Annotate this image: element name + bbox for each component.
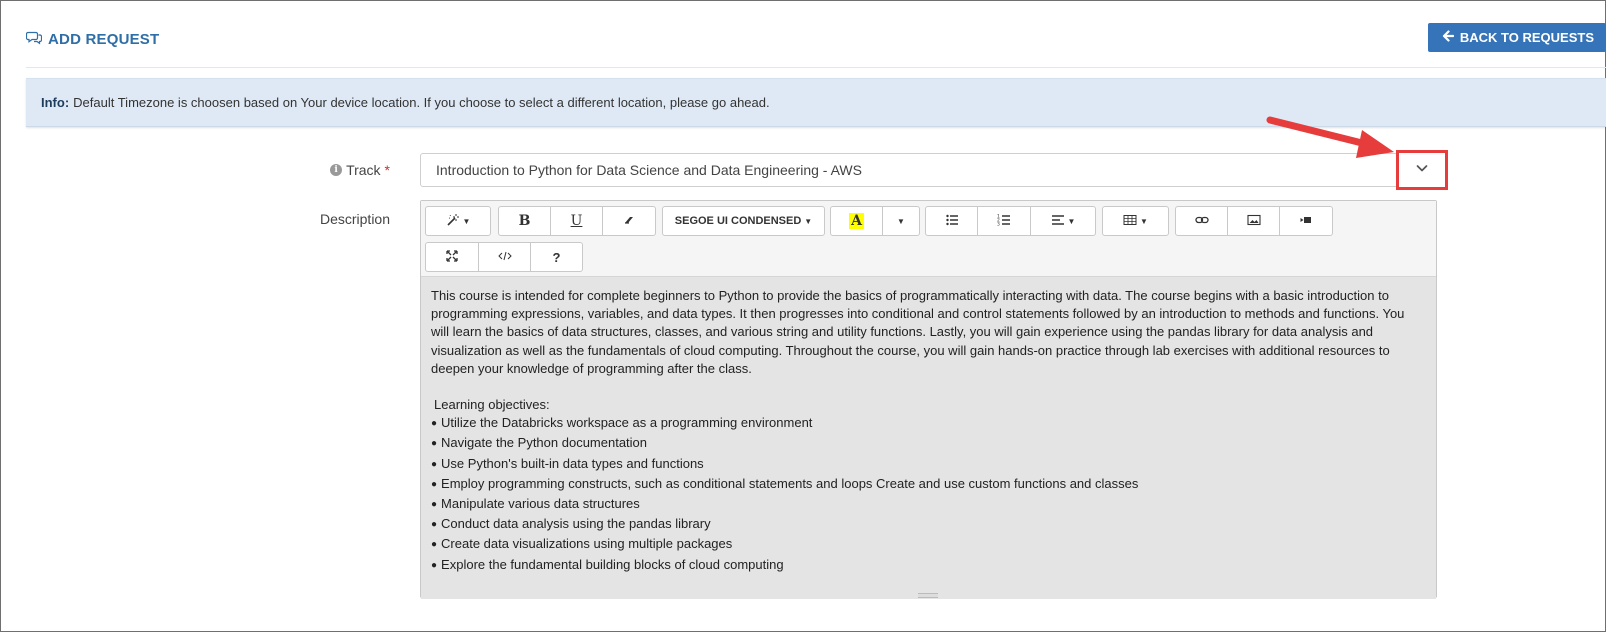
video-icon bbox=[1299, 213, 1313, 230]
svg-text:3: 3 bbox=[997, 221, 1000, 227]
style-button[interactable]: ▼ bbox=[425, 206, 491, 236]
paragraph-align-button[interactable]: ▼ bbox=[1030, 206, 1096, 236]
list-item: Manipulate various data structures bbox=[431, 495, 1426, 515]
magic-wand-icon bbox=[446, 213, 460, 230]
info-text: Default Timezone is choosen based on You… bbox=[73, 95, 770, 110]
list-item: Use Python's built-in data types and fun… bbox=[431, 455, 1426, 475]
list-item: Create data visualizations using multipl… bbox=[431, 535, 1426, 555]
track-selected-value: Introduction to Python for Data Science … bbox=[436, 162, 862, 178]
font-style-group: B U bbox=[498, 206, 656, 236]
font-name-group: SEGOE UI CONDENSED ▼ bbox=[662, 206, 825, 236]
objectives-list: Utilize the Databricks workspace as a pr… bbox=[431, 414, 1426, 576]
track-dropdown-toggle[interactable] bbox=[1396, 150, 1448, 190]
insert-group bbox=[1175, 206, 1333, 236]
description-label: Description bbox=[319, 211, 390, 227]
image-button[interactable] bbox=[1227, 206, 1280, 236]
description-editor[interactable]: ▼ B U SEGOE UI CONDENSED ▼ A ▼ 1 2 3 ▼ ▼… bbox=[420, 200, 1437, 599]
numbered-list-button[interactable]: 123 bbox=[977, 206, 1031, 236]
help-button[interactable]: ? bbox=[530, 242, 583, 272]
underline-button[interactable]: U bbox=[550, 206, 603, 236]
objectives-heading: Learning objectives: bbox=[434, 397, 550, 413]
comments-icon bbox=[25, 29, 43, 49]
arrow-left-icon bbox=[1442, 30, 1454, 45]
back-to-requests-label: BACK TO REQUESTS bbox=[1459, 30, 1594, 45]
color-dropdown-button[interactable]: ▼ bbox=[882, 206, 920, 236]
page-header: ADD REQUEST BACK TO REQUESTS bbox=[25, 23, 1606, 68]
table-button[interactable]: ▼ bbox=[1102, 206, 1169, 236]
list-item: Navigate the Python documentation bbox=[431, 434, 1426, 454]
color-group: A ▼ bbox=[830, 206, 920, 236]
course-intro: This course is intended for complete beg… bbox=[431, 288, 1405, 376]
list-item: Explore the fundamental building blocks … bbox=[431, 556, 1426, 576]
info-circle-icon[interactable]: i bbox=[330, 164, 343, 176]
fullscreen-button[interactable] bbox=[425, 242, 479, 272]
video-button[interactable] bbox=[1279, 206, 1333, 236]
objectives-section: Learning objectives: Utilize the Databri… bbox=[431, 396, 1426, 576]
page-title-text: ADD REQUEST bbox=[48, 30, 160, 48]
link-button[interactable] bbox=[1175, 206, 1228, 236]
numbered-list-icon: 123 bbox=[997, 213, 1011, 230]
editor-content[interactable]: This course is intended for complete beg… bbox=[421, 277, 1436, 599]
required-mark: * bbox=[384, 162, 390, 178]
page-title: ADD REQUEST bbox=[25, 29, 160, 49]
font-name-value: SEGOE UI CONDENSED bbox=[674, 215, 802, 227]
table-icon bbox=[1123, 213, 1137, 230]
table-group: ▼ bbox=[1102, 206, 1169, 236]
code-view-button[interactable] bbox=[478, 242, 531, 272]
code-icon bbox=[497, 249, 512, 266]
bullet-list-icon bbox=[945, 213, 959, 230]
list-group: 123 ▼ bbox=[925, 206, 1096, 236]
eraser-icon bbox=[622, 213, 636, 230]
clear-format-button[interactable] bbox=[602, 206, 656, 236]
highlight-color-button[interactable]: A bbox=[830, 206, 883, 236]
image-icon bbox=[1246, 213, 1261, 230]
highlight-letter: A bbox=[849, 213, 864, 229]
track-label-text: Track bbox=[346, 162, 381, 178]
link-icon bbox=[1194, 213, 1209, 230]
list-item: Conduct data analysis using the pandas l… bbox=[431, 515, 1426, 535]
fullscreen-icon bbox=[445, 249, 459, 266]
editor-resize-handle[interactable] bbox=[918, 593, 938, 598]
bullet-list-button[interactable] bbox=[925, 206, 978, 236]
bold-button[interactable]: B bbox=[498, 206, 551, 236]
list-item: Utilize the Databricks workspace as a pr… bbox=[431, 414, 1426, 434]
style-group: ▼ bbox=[425, 206, 491, 236]
list-item: Employ programming constructs, such as c… bbox=[431, 475, 1426, 495]
editor-toolbar: ▼ B U SEGOE UI CONDENSED ▼ A ▼ 1 2 3 ▼ ▼… bbox=[421, 201, 1436, 277]
annotation-arrow bbox=[1266, 116, 1394, 158]
caret-down-icon: ▼ bbox=[897, 216, 905, 226]
chevron-down-icon bbox=[1415, 161, 1429, 180]
track-label: i Track * bbox=[330, 162, 390, 178]
info-label: Info: bbox=[41, 95, 70, 110]
view-group: ? bbox=[425, 242, 583, 272]
font-name-select[interactable]: SEGOE UI CONDENSED ▼ bbox=[662, 206, 825, 236]
align-left-icon bbox=[1051, 213, 1065, 230]
back-to-requests-button[interactable]: BACK TO REQUESTS bbox=[1427, 23, 1606, 52]
